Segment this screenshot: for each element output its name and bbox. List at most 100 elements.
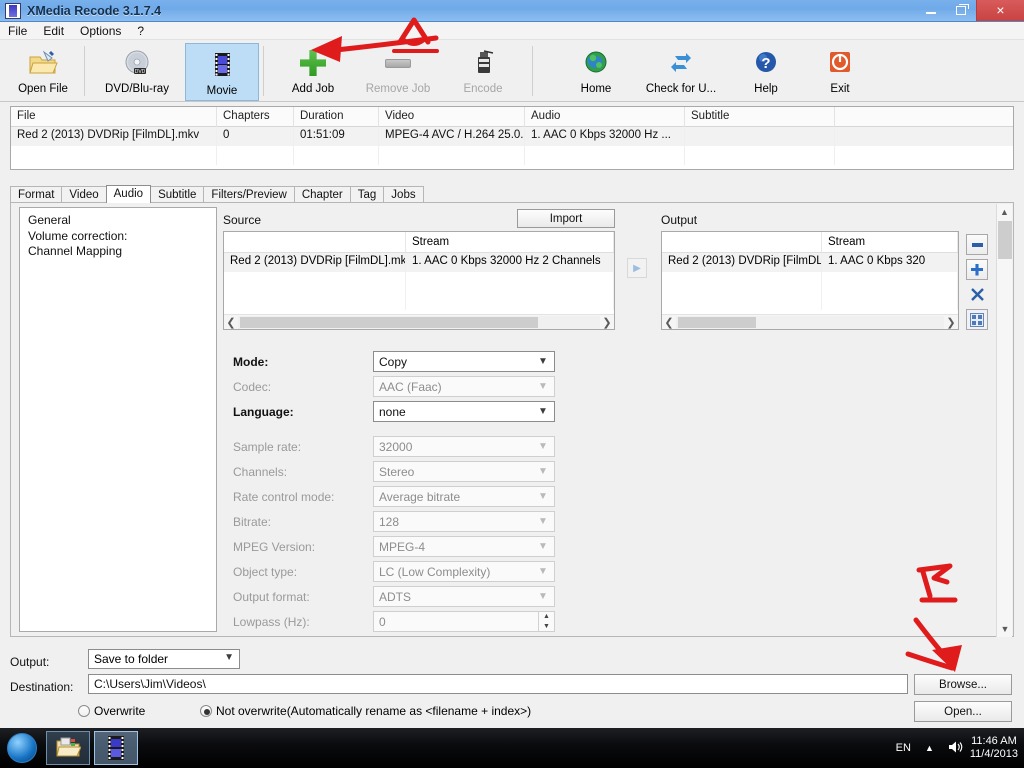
menu-item-file[interactable]: File [0, 23, 35, 39]
source-horizontal-scrollbar[interactable]: ❮ ❯ [224, 314, 614, 329]
field-label-bitrate: Bitrate: [233, 514, 272, 529]
scroll-down-icon[interactable]: ▼ [997, 621, 1013, 637]
tab-format[interactable]: Format [10, 186, 63, 203]
main-toolbar: Open File DVD DVD/Blu-ray Movie Add Job … [0, 40, 1024, 102]
list-item[interactable]: Red 2 (2013) DVDRip [FilmDL].mkv 1. AAC … [224, 253, 614, 272]
list-item-empty [224, 272, 614, 291]
menu-item-options[interactable]: Options [72, 23, 129, 39]
source-stream-list[interactable]: Stream Red 2 (2013) DVDRip [FilmDL].mkv … [223, 231, 615, 330]
list-item-channel-mapping[interactable]: Channel Mapping [26, 244, 216, 260]
properties-button[interactable] [966, 309, 988, 330]
scroll-right-icon[interactable]: ❯ [600, 316, 614, 329]
object-type-value: LC (Low Complexity) [379, 564, 491, 579]
tab-chapter[interactable]: Chapter [293, 186, 351, 203]
transfer-right-button[interactable]: ▶ [627, 258, 647, 278]
scroll-thumb[interactable] [998, 221, 1012, 259]
audio-tab-panel: General Volume correction: Channel Mappi… [10, 202, 1014, 637]
remove-stream-button[interactable] [966, 234, 988, 255]
output-horizontal-scrollbar[interactable]: ❮ ❯ [662, 314, 958, 329]
output-stream-list[interactable]: Stream Red 2 (2013) DVDRip [FilmDL].mkv … [661, 231, 959, 330]
tab-jobs[interactable]: Jobs [383, 186, 424, 203]
volume-icon[interactable] [948, 740, 963, 757]
delete-stream-button[interactable] [966, 284, 988, 305]
start-button[interactable] [2, 730, 42, 766]
column-header-file[interactable]: File [11, 107, 217, 127]
scroll-left-icon[interactable]: ❮ [662, 316, 676, 329]
toolbar-open-file[interactable]: Open File [6, 42, 80, 100]
menu-item-help[interactable]: ? [129, 23, 152, 39]
lowpass-spinner[interactable]: 0 ▲ ▼ [373, 611, 555, 632]
field-output-format: Output format: ADTS ▼ [233, 586, 555, 607]
scroll-left-icon[interactable]: ❮ [224, 316, 238, 329]
taskbar-clock[interactable]: 11:46 AM 11/4/2013 [970, 735, 1018, 761]
toolbar-exit[interactable]: Exit [803, 42, 877, 100]
field-label-mpeg-version: MPEG Version: [233, 539, 316, 554]
toolbar-home[interactable]: Home [559, 42, 633, 100]
list-item-general[interactable]: General [26, 213, 216, 229]
list-item-volume-correction[interactable]: Volume correction: [26, 229, 216, 245]
spinner-down-icon[interactable]: ▼ [539, 622, 554, 632]
bitrate-value: 128 [379, 514, 400, 529]
toolbar-add-job[interactable]: Add Job [276, 42, 350, 100]
maximize-button[interactable] [946, 0, 976, 21]
taskbar-item-explorer[interactable] [46, 731, 90, 765]
file-list-table[interactable]: File Chapters Duration Video Audio Subti… [10, 106, 1014, 170]
scroll-track[interactable] [676, 315, 944, 329]
output-mode-combo[interactable]: Save to folder ▼ [88, 649, 240, 669]
tab-subtitle[interactable]: Subtitle [150, 186, 205, 203]
menu-bar: File Edit Options ? [0, 22, 1024, 40]
column-header-video[interactable]: Video [379, 107, 525, 127]
output-mode-label: Output: [10, 655, 50, 669]
overwrite-radio[interactable]: Overwrite [78, 704, 145, 718]
spinner-arrows[interactable]: ▲ ▼ [538, 612, 554, 631]
language-indicator[interactable]: EN [896, 742, 911, 754]
overwrite-label: Overwrite [94, 704, 146, 718]
browse-button[interactable]: Browse... [914, 674, 1012, 695]
toolbar-movie[interactable]: Movie [185, 43, 259, 101]
column-header-duration[interactable]: Duration [294, 107, 379, 127]
toolbar-home-label: Home [580, 83, 612, 95]
not-overwrite-radio[interactable]: Not overwrite(Automatically rename as <f… [200, 704, 531, 718]
import-button[interactable]: Import [517, 209, 615, 228]
show-hidden-icons-arrow[interactable]: ▲ [925, 743, 934, 753]
cell-video: MPEG-4 AVC / H.264 25.0... [379, 127, 525, 146]
scroll-up-icon[interactable]: ▲ [997, 204, 1012, 220]
table-row[interactable]: Red 2 (2013) DVDRip [FilmDL].mkv 0 01:51… [11, 127, 1013, 146]
column-header-subtitle[interactable]: Subtitle [685, 107, 835, 127]
scroll-thumb[interactable] [678, 316, 756, 328]
column-header-chapters[interactable]: Chapters [217, 107, 294, 127]
scroll-track[interactable] [238, 315, 600, 329]
close-button[interactable]: × [976, 0, 1024, 21]
tab-tag[interactable]: Tag [349, 186, 385, 203]
toolbar-separator-2 [263, 46, 264, 96]
film-icon [206, 49, 238, 81]
minimize-button[interactable] [916, 0, 946, 21]
list-item[interactable]: Red 2 (2013) DVDRip [FilmDL].mkv 1. AAC … [662, 253, 958, 272]
sample-rate-value: 32000 [379, 439, 413, 454]
destination-input[interactable]: C:\Users\Jim\Videos\ [88, 674, 908, 694]
toolbar-help[interactable]: ? Help [729, 42, 803, 100]
chevron-down-icon: ▼ [538, 441, 548, 452]
scroll-right-icon[interactable]: ❯ [944, 316, 958, 329]
channels-value: Stereo [379, 464, 415, 479]
field-label-rate-control-mode: Rate control mode: [233, 489, 335, 504]
spinner-up-icon[interactable]: ▲ [539, 612, 554, 622]
field-rate-control-mode: Rate control mode: Average bitrate ▼ [233, 486, 555, 507]
toolbar-dvd-bluray[interactable]: DVD DVD/Blu-ray [89, 42, 185, 100]
radio-dot [78, 705, 90, 717]
chevron-down-icon: ▼ [538, 591, 548, 602]
tab-audio[interactable]: Audio [105, 185, 152, 203]
tab-video[interactable]: Video [61, 186, 107, 203]
open-button[interactable]: Open... [914, 701, 1012, 722]
panel-vertical-scrollbar[interactable]: ▲ ▼ [996, 204, 1012, 637]
mode-combo[interactable]: Copy ▼ [373, 351, 555, 372]
tab-filters-preview[interactable]: Filters/Preview [203, 186, 295, 203]
toolbar-check-for-updates[interactable]: Check for U... [633, 42, 729, 100]
taskbar-item-xmedia-recode[interactable] [94, 731, 138, 765]
scroll-thumb[interactable] [240, 316, 538, 328]
add-stream-button[interactable] [966, 259, 988, 280]
menu-item-edit[interactable]: Edit [35, 23, 72, 39]
column-header-audio[interactable]: Audio [525, 107, 685, 127]
language-combo[interactable]: none ▼ [373, 401, 555, 422]
audio-section-list[interactable]: General Volume correction: Channel Mappi… [19, 207, 217, 632]
